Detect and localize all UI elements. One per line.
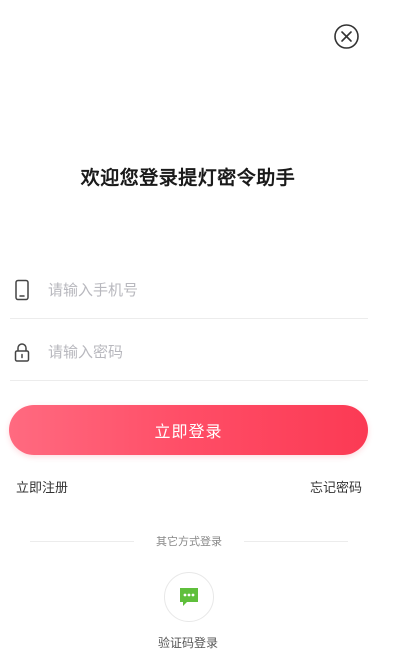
login-button[interactable]: 立即登录 [9, 405, 368, 455]
login-page: 欢迎您登录提灯密令助手 立即登录 立即注册 忘记密码 其它方式登录 验证码登录 [0, 0, 400, 671]
page-title: 欢迎您登录提灯密令助手 [80, 167, 296, 189]
divider-right [244, 541, 348, 542]
close-circle-icon [334, 24, 359, 49]
password-field [10, 324, 368, 381]
phone-icon [15, 279, 29, 301]
sms-login-label[interactable]: 验证码登录 [138, 634, 238, 651]
forgot-password-link[interactable]: 忘记密码 [310, 477, 362, 496]
register-link[interactable]: 立即注册 [16, 477, 68, 496]
sms-login-button[interactable] [164, 572, 214, 622]
divider-left [30, 541, 134, 542]
sms-chat-icon [180, 588, 198, 606]
password-input[interactable] [48, 338, 348, 366]
lock-icon [14, 343, 30, 362]
phone-field [10, 262, 368, 319]
close-button[interactable] [333, 23, 360, 50]
other-login-label: 其它方式登录 [156, 535, 222, 548]
phone-input[interactable] [48, 276, 348, 304]
